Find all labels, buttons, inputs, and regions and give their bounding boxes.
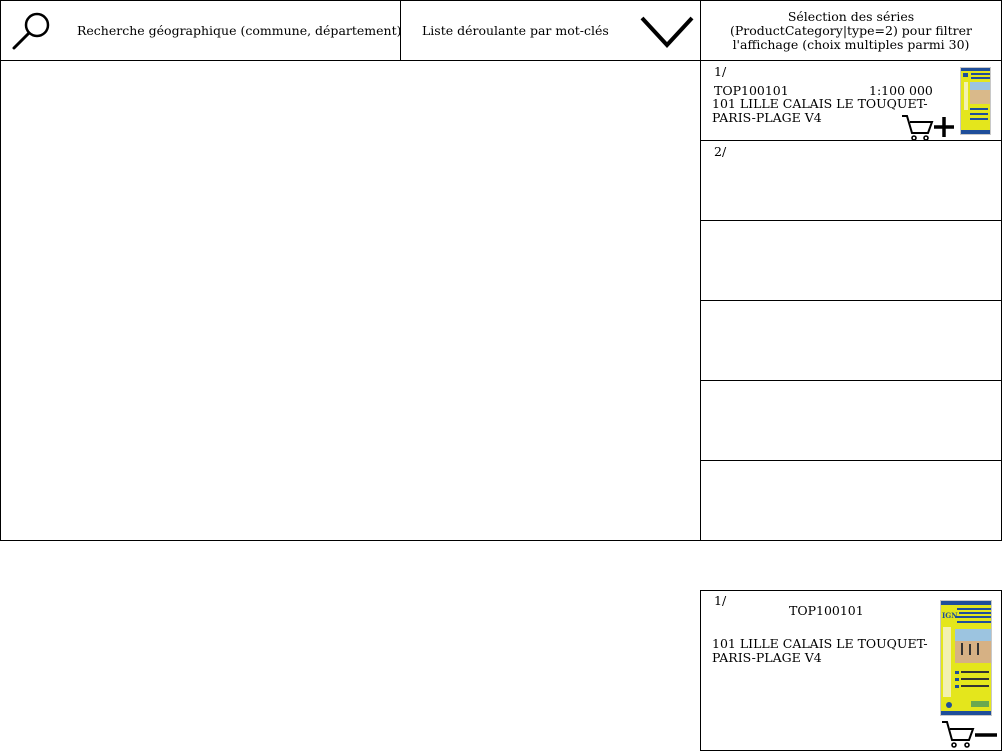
map-cover-thumbnail	[960, 67, 991, 135]
geo-search-box[interactable]: Recherche géographique (commune, départe…	[0, 0, 402, 61]
result-item[interactable]: 1/ TOP100101 1:100 000 101 LILLE CALAIS …	[700, 60, 1002, 141]
keyword-dropdown[interactable]: Liste déroulante par mot-clés	[400, 0, 702, 61]
result-item[interactable]	[700, 300, 1002, 381]
cart-item[interactable]: 1/ TOP100101 101 LILLE CALAIS LE TOUQUET…	[700, 590, 1002, 751]
cart-minus-icon[interactable]	[941, 719, 999, 749]
map-area[interactable]	[0, 60, 702, 541]
geo-search-label: Recherche géographique (commune, départe…	[77, 23, 402, 38]
chevron-down-icon[interactable]	[639, 15, 695, 49]
result-item[interactable]: 2/	[700, 140, 1002, 221]
cover-brand-label: IGN	[942, 611, 958, 620]
result-index: 2/	[714, 144, 727, 159]
keyword-dropdown-label: Liste déroulante par mot-clés	[422, 23, 609, 38]
result-title-line1: 101 LILLE CALAIS LE TOUQUET-	[712, 96, 928, 111]
result-item[interactable]	[700, 380, 1002, 461]
map-cover-image: IGN	[940, 600, 992, 716]
magnifier-icon	[12, 12, 50, 50]
result-index: 1/	[714, 64, 727, 79]
cart-plus-icon[interactable]	[901, 113, 957, 141]
result-title-line2: PARIS-PLAGE V4	[712, 110, 822, 125]
cart-title-line1: 101 LILLE CALAIS LE TOUQUET-	[712, 636, 928, 651]
cart-index: 1/	[714, 593, 727, 608]
series-filter[interactable]: Sélection des séries (ProductCategory|ty…	[700, 0, 1002, 61]
cover-art	[961, 68, 990, 134]
result-item[interactable]	[700, 220, 1002, 301]
cart-title-line2: PARIS-PLAGE V4	[712, 650, 822, 665]
cart-code: TOP100101	[789, 603, 864, 618]
series-filter-label: Sélection des séries (ProductCategory|ty…	[729, 9, 973, 52]
result-item[interactable]	[700, 460, 1002, 541]
